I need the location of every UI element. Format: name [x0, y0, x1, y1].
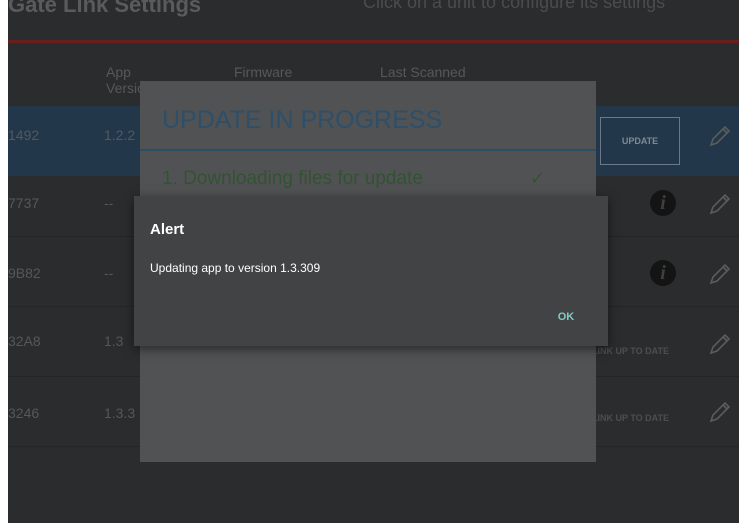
alert-title: Alert: [150, 221, 185, 238]
progress-step-download: 1. Downloading files for update: [162, 168, 423, 189]
status-link-up-to-date: LINK UP TO DATE: [592, 346, 670, 356]
page-title: Gate Link Settings: [8, 0, 202, 17]
progress-dialog-title: UPDATE IN PROGRESS: [162, 106, 443, 134]
row-version: 1.2.2: [104, 127, 136, 143]
info-icon[interactable]: i: [650, 190, 676, 216]
alert-dialog: Alert Updating app to version 1.3.309: [134, 196, 608, 346]
pencil-icon[interactable]: [704, 260, 734, 290]
status-link-up-to-date: LINK UP TO DATE: [592, 413, 670, 423]
column-header-last-scanned: Last Scanned: [380, 64, 466, 80]
pencil-icon[interactable]: [704, 398, 734, 428]
alert-message: Updating app to version 1.3.309: [150, 261, 321, 275]
update-button[interactable]: UPDATE: [600, 117, 680, 165]
row-version: 1.3.3: [104, 405, 136, 421]
header-divider: [8, 40, 739, 43]
row-id: 32A8: [8, 333, 41, 349]
info-icon[interactable]: i: [650, 260, 676, 286]
pencil-icon[interactable]: [704, 190, 734, 220]
check-icon: ✓: [530, 168, 546, 188]
row-id: 7737: [8, 195, 40, 211]
pencil-icon[interactable]: [704, 122, 734, 152]
row-id: 3246: [8, 405, 40, 421]
row-id: 9B82: [8, 265, 41, 281]
row-id: 1492: [8, 127, 40, 143]
pencil-icon[interactable]: [704, 330, 734, 360]
progress-dialog-divider: [140, 149, 596, 151]
page-subtitle: Click on a unit to configure its setting…: [363, 0, 666, 12]
app-screen: Gate Link Settings Click on a unit to co…: [8, 0, 739, 523]
ok-button[interactable]: OK: [546, 305, 586, 329]
column-header-firmware: Firmware: [234, 64, 293, 80]
